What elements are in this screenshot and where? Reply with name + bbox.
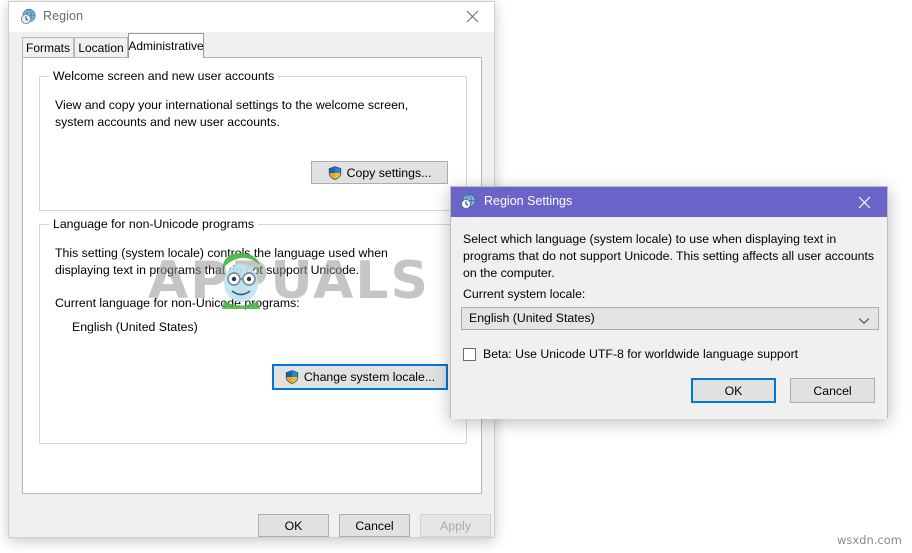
cancel-button[interactable]: Cancel (339, 514, 410, 537)
region-settings-description: Select which language (system locale) to… (463, 232, 875, 280)
region-settings-body: Select which language (system locale) to… (451, 217, 887, 419)
apply-button-label: Apply (440, 518, 471, 533)
tab-administrative-label: Administrative (128, 39, 204, 53)
change-system-locale-button-label: Change system locale... (303, 370, 436, 384)
corner-watermark-text: wsxdn.com (836, 533, 902, 547)
current-system-locale-label: Current system locale: (463, 287, 586, 301)
uac-shield-icon (285, 370, 299, 384)
region-globe-clock-icon (460, 193, 477, 210)
apply-button: Apply (420, 514, 491, 537)
dialog-ok-button-label: OK (724, 383, 743, 398)
beta-utf8-checkbox-row[interactable]: Beta: Use Unicode UTF-8 for worldwide la… (463, 347, 798, 361)
language-non-unicode-groupbox-title: Language for non-Unicode programs (49, 217, 258, 231)
tabstrip: Formats Location Administrative (9, 32, 494, 58)
dialog-ok-button[interactable]: OK (691, 378, 776, 403)
cancel-button-label: Cancel (355, 518, 394, 533)
screen-root: Region Formats Location Administrative W… (0, 0, 912, 553)
language-non-unicode-groupbox: Language for non-Unicode programs This s… (39, 217, 467, 444)
chevron-down-icon (858, 312, 870, 330)
language-non-unicode-description: This setting (system locale) controls th… (55, 246, 388, 277)
region-globe-clock-icon (20, 8, 37, 25)
current-language-value: English (United States) (72, 320, 198, 334)
beta-utf8-checkbox-label: Beta: Use Unicode UTF-8 for worldwide la… (483, 347, 799, 361)
beta-utf8-checkbox[interactable] (463, 347, 476, 361)
region-settings-title: Region Settings (484, 194, 573, 208)
ok-button[interactable]: OK (258, 514, 329, 537)
uac-shield-icon (328, 165, 342, 180)
ok-button-label: OK (284, 518, 303, 533)
close-icon[interactable] (450, 2, 494, 31)
welcome-screen-groupbox: Welcome screen and new user accounts Vie… (39, 69, 467, 211)
copy-settings-button-label: Copy settings... (346, 165, 432, 180)
tab-location-label: Location (78, 41, 124, 55)
administrative-tab-panel: Welcome screen and new user accounts Vie… (22, 57, 482, 494)
welcome-screen-description: View and copy your international setting… (55, 98, 409, 129)
change-system-locale-button[interactable]: Change system locale... (272, 364, 448, 390)
tab-formats[interactable]: Formats (22, 37, 74, 58)
tab-administrative[interactable]: Administrative (128, 33, 204, 58)
dialog-cancel-button[interactable]: Cancel (790, 378, 875, 403)
tab-formats-label: Formats (25, 41, 70, 55)
current-language-label: Current language for non-Unicode program… (55, 296, 300, 310)
dialog-cancel-button-label: Cancel (813, 383, 852, 398)
region-window-title: Region (43, 9, 84, 23)
close-icon[interactable] (842, 187, 887, 217)
region-window-titlebar[interactable]: Region (9, 2, 494, 33)
region-settings-titlebar[interactable]: Region Settings (451, 187, 887, 217)
system-locale-combobox-value: English (United States) (469, 311, 595, 325)
region-window: Region Formats Location Administrative W… (8, 1, 495, 538)
copy-settings-button[interactable]: Copy settings... (311, 161, 448, 184)
tab-location[interactable]: Location (74, 37, 128, 58)
welcome-screen-groupbox-title: Welcome screen and new user accounts (49, 69, 279, 83)
region-settings-dialog: Region Settings Select which language (s… (450, 186, 888, 419)
system-locale-combobox[interactable]: English (United States) (461, 307, 879, 330)
